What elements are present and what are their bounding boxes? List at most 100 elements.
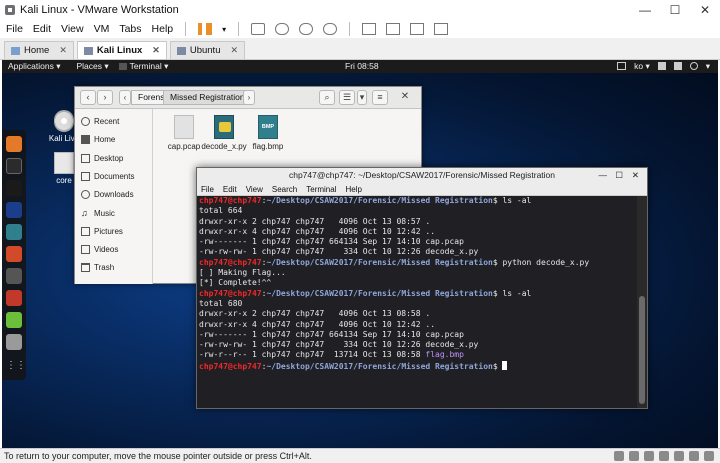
terminal-line: total 680: [199, 298, 243, 308]
close-tab-icon[interactable]: ✕: [59, 45, 67, 56]
display-icon[interactable]: [704, 451, 714, 461]
menu-button[interactable]: ≡: [372, 90, 388, 105]
volume-icon[interactable]: [673, 62, 682, 70]
maximize-icon[interactable]: ☐: [615, 168, 623, 183]
menu-edit[interactable]: Edit: [33, 23, 51, 35]
terminal-menu-help[interactable]: Help: [345, 183, 361, 195]
guest-screen[interactable]: Applications ▾ Places ▾ Terminal ▾ Fri 0…: [2, 60, 718, 448]
disc-icon: [54, 110, 74, 132]
file-item-decode-x-py[interactable]: decode_x.py: [199, 115, 249, 151]
terminal-menu-edit[interactable]: Edit: [223, 183, 237, 195]
tab-ubuntu[interactable]: Ubuntu ✕: [169, 41, 246, 59]
vm-icon: [83, 46, 93, 55]
toolbar-separator: [238, 22, 240, 36]
sidebar-item-music[interactable]: ♫ Music: [77, 205, 151, 221]
close-tab-icon[interactable]: ✕: [152, 45, 160, 56]
keyboard-layout[interactable]: ko ▾: [634, 60, 650, 73]
terminal-scrollbar[interactable]: [637, 196, 647, 408]
close-icon[interactable]: ✕: [632, 168, 639, 183]
leafpad-icon[interactable]: [6, 312, 22, 328]
breadcrumb-right-arrow-icon[interactable]: ›: [243, 90, 255, 105]
sidebar-item-desktop[interactable]: Desktop: [77, 150, 151, 166]
terminal-output[interactable]: chp747@chp747:~/Desktop/CSAW2017/Forensi…: [197, 196, 637, 408]
sidebar-item-label: Downloads: [94, 189, 134, 199]
view-list-button[interactable]: ☰: [339, 90, 355, 105]
send-ctrl-alt-del-icon[interactable]: [251, 23, 266, 35]
power-icon[interactable]: [689, 62, 698, 70]
armitage-icon[interactable]: [6, 224, 22, 240]
tab-kali-linux[interactable]: Kali Linux ✕: [76, 41, 167, 59]
menu-file[interactable]: File: [6, 23, 23, 35]
burpsuite-icon[interactable]: [6, 246, 22, 262]
sidebar-item-downloads[interactable]: Downloads: [77, 186, 151, 202]
sidebar-item-trash[interactable]: Trash: [77, 259, 151, 275]
close-button[interactable]: ✕: [690, 0, 720, 20]
maximize-button[interactable]: ☐: [660, 0, 690, 20]
applications-menu[interactable]: Applications ▾: [8, 61, 60, 72]
generic-file-icon: [174, 115, 194, 139]
suspend-dropdown-icon[interactable]: ▾: [222, 25, 226, 34]
forward-button[interactable]: ›: [97, 90, 113, 105]
workspace-indicator-icon[interactable]: [617, 62, 627, 70]
sidebar-item-recent[interactable]: Recent: [77, 113, 151, 129]
sound-icon[interactable]: [674, 451, 684, 461]
sidebar-item-pictures[interactable]: Pictures: [77, 223, 151, 239]
terminal-menu-search[interactable]: Search: [272, 183, 297, 195]
breadcrumb-left-arrow-icon[interactable]: ‹: [119, 90, 131, 105]
terminal-titlebar: chp747@chp747: ~/Desktop/CSAW2017/Forens…: [197, 168, 647, 183]
show-applications-icon[interactable]: ⋮⋮: [6, 358, 26, 374]
close-window-icon[interactable]: ✕: [397, 90, 413, 105]
network-adapter-icon[interactable]: [644, 451, 654, 461]
menu-tabs[interactable]: Tabs: [119, 23, 141, 35]
menu-vm[interactable]: VM: [94, 23, 110, 35]
minimize-icon[interactable]: —: [599, 168, 608, 183]
hdd-icon[interactable]: [614, 451, 624, 461]
metasploit-icon[interactable]: [6, 202, 22, 218]
places-menu[interactable]: Places ▾: [76, 61, 108, 72]
snapshot-manager-icon[interactable]: [323, 23, 338, 35]
menu-view[interactable]: View: [61, 23, 84, 35]
firefox-icon[interactable]: [6, 136, 22, 152]
suspend-icon[interactable]: [198, 23, 213, 35]
clock[interactable]: Fri 08:58: [345, 60, 379, 73]
network-icon[interactable]: [657, 62, 666, 70]
snapshot-icon[interactable]: [275, 23, 290, 35]
usb-icon[interactable]: [659, 451, 669, 461]
terminal-menu-view[interactable]: View: [246, 183, 263, 195]
sidebar-item-home[interactable]: Home: [77, 131, 151, 147]
back-button[interactable]: ‹: [80, 90, 96, 105]
stretch-icon[interactable]: [434, 23, 449, 35]
app-icon[interactable]: [6, 334, 22, 350]
minimize-button[interactable]: —: [630, 0, 660, 20]
menu-help[interactable]: Help: [152, 23, 174, 35]
revert-snapshot-icon[interactable]: [299, 23, 314, 35]
maltego-icon[interactable]: [6, 268, 22, 284]
unity-icon[interactable]: [386, 23, 401, 35]
sidebar-item-documents[interactable]: Documents: [77, 168, 151, 184]
sidebar-item-videos[interactable]: Videos: [77, 241, 151, 257]
system-menu-arrow-icon[interactable]: ▾: [706, 60, 710, 73]
search-button[interactable]: ⌕: [319, 90, 335, 105]
full-screen-icon[interactable]: [362, 23, 377, 35]
view-options-dropdown-icon[interactable]: ▾: [357, 90, 367, 105]
terminal-app-menu[interactable]: Terminal ▾: [130, 61, 169, 72]
file-item-flag-bmp[interactable]: BMP flag.bmp: [243, 115, 293, 151]
scrollbar-thumb[interactable]: [639, 296, 645, 404]
files-icon[interactable]: [6, 180, 22, 196]
beef-icon[interactable]: [6, 290, 22, 306]
terminal-app-icon: [118, 63, 127, 70]
printer-icon[interactable]: [689, 451, 699, 461]
terminal-icon[interactable]: [6, 158, 22, 174]
terminal-menubar: File Edit View Search Terminal Help: [197, 183, 647, 196]
sidebar-item-label: Videos: [94, 244, 119, 254]
terminal-menu-terminal[interactable]: Terminal: [306, 183, 336, 195]
tab-home[interactable]: Home ✕: [4, 41, 74, 59]
cd-icon[interactable]: [629, 451, 639, 461]
terminal-menu-file[interactable]: File: [201, 183, 214, 195]
breadcrumb-missed-registration[interactable]: Missed Registration: [163, 90, 252, 105]
close-tab-icon[interactable]: ✕: [230, 45, 238, 56]
vmware-titlebar: Kali Linux - VMware Workstation — ☐ ✕: [0, 0, 720, 20]
console-view-icon[interactable]: [410, 23, 425, 35]
terminal-line: chp747@chp747:~/Desktop/CSAW2017/Forensi…: [199, 257, 590, 267]
terminal-window: chp747@chp747: ~/Desktop/CSAW2017/Forens…: [196, 167, 648, 409]
